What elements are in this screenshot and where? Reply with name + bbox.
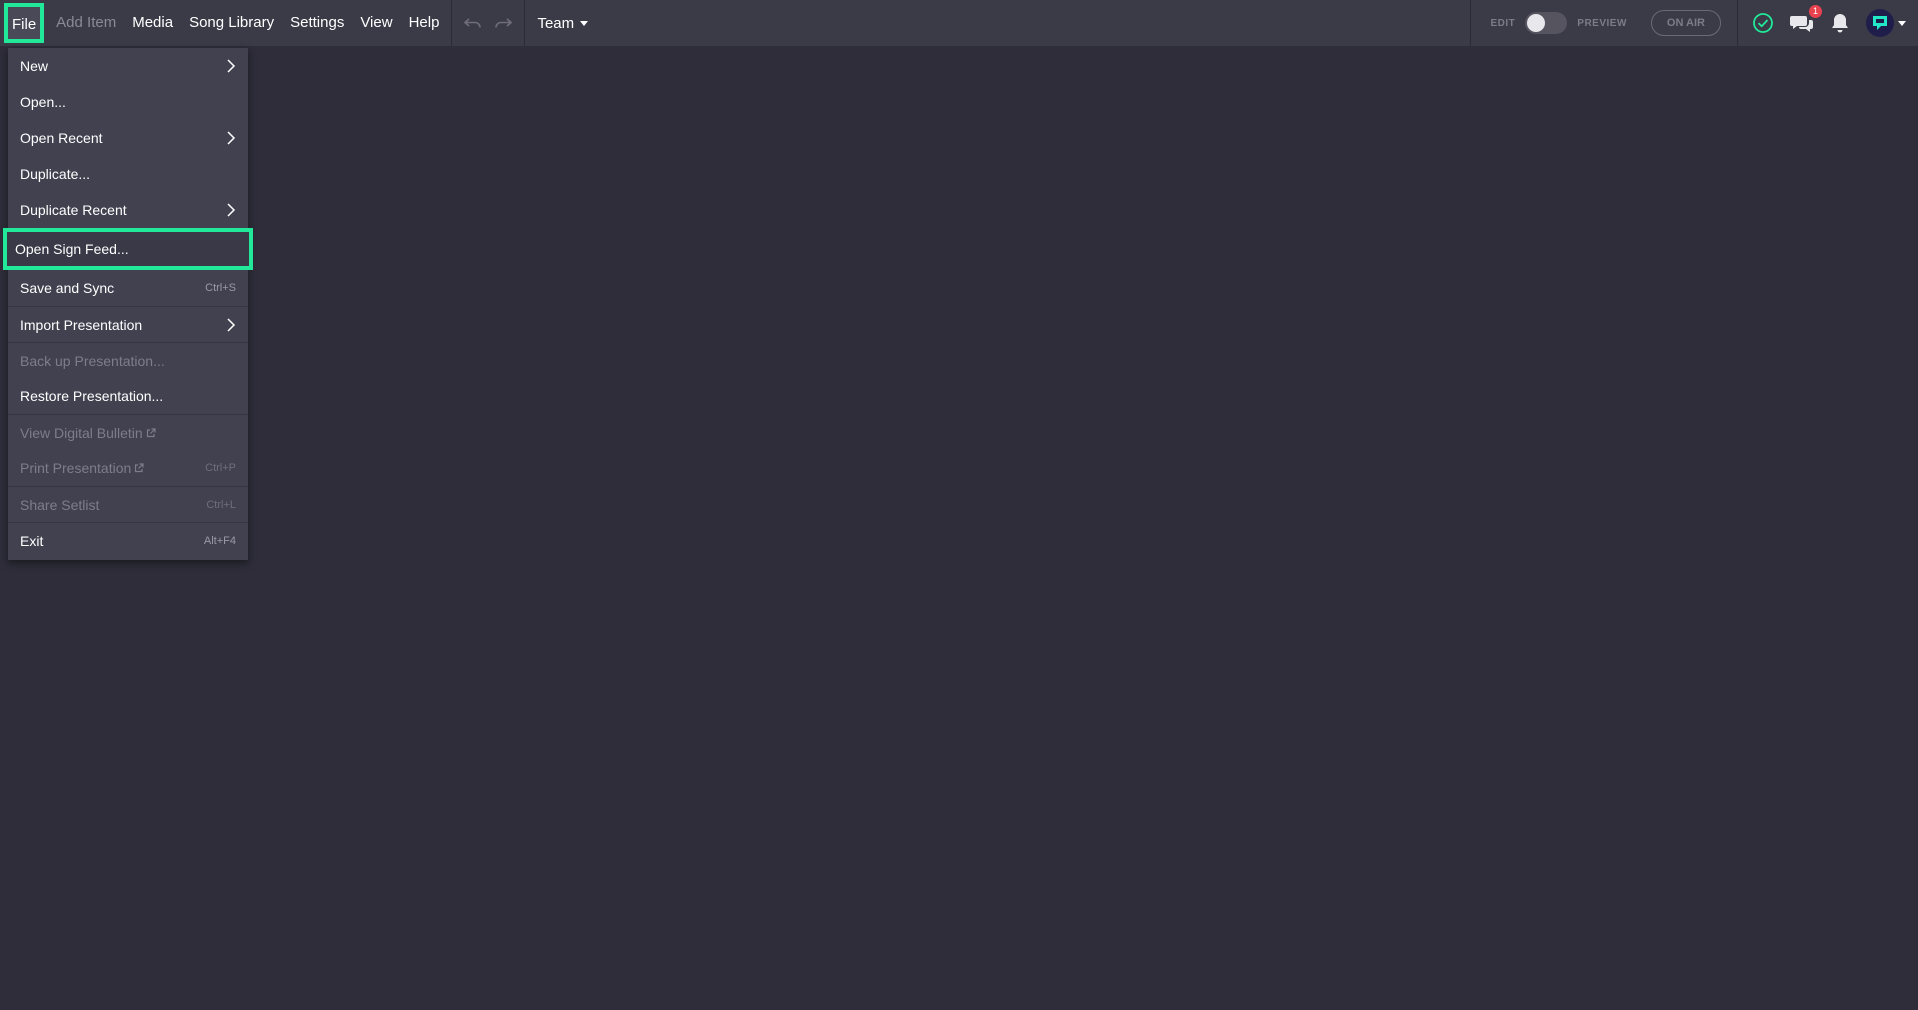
- divider: [451, 0, 453, 46]
- file-dropdown-menu: New Open... Open Recent Duplicate... Dup…: [3, 48, 253, 560]
- chevron-right-icon: [226, 58, 236, 74]
- menu-item-label: Back up Presentation...: [20, 352, 165, 369]
- song-library-menu[interactable]: Song Library: [181, 0, 282, 46]
- external-link-icon: [134, 460, 144, 476]
- avatar: [1866, 9, 1894, 37]
- chevron-right-icon: [226, 130, 236, 146]
- shortcut-label: Ctrl+L: [206, 498, 236, 511]
- undo-redo-group: [456, 16, 520, 30]
- add-item-menu[interactable]: Add Item: [48, 0, 124, 46]
- status-icons: 1: [1738, 5, 1918, 37]
- chevron-right-icon: [226, 317, 236, 333]
- menu-item-label: Open...: [20, 94, 66, 110]
- media-menu[interactable]: Media: [124, 0, 181, 46]
- menu-item-label: View Digital Bulletin: [20, 424, 143, 441]
- menu-item-label: Exit: [20, 532, 44, 549]
- menu-item-save-sync[interactable]: Save and Sync Ctrl+S: [8, 270, 248, 306]
- menu-item-exit[interactable]: Exit Alt+F4: [8, 522, 248, 558]
- edit-preview-toggle[interactable]: [1525, 12, 1568, 34]
- chat-badge: 1: [1809, 5, 1822, 18]
- shortcut-label: Ctrl+P: [205, 462, 236, 474]
- chat-icon[interactable]: 1: [1790, 5, 1822, 33]
- shortcut-label: Ctrl+S: [205, 282, 236, 294]
- menu-item-label: Open Recent: [20, 130, 103, 146]
- file-menu[interactable]: File: [4, 3, 45, 43]
- menu-item-label: Open Sign Feed...: [15, 241, 129, 257]
- menu-item-label: Print Presentation: [20, 460, 132, 476]
- menu-item-open-recent[interactable]: Open Recent: [8, 120, 248, 156]
- check-circle-icon[interactable]: [1752, 12, 1774, 34]
- user-menu[interactable]: [1866, 9, 1906, 37]
- shortcut-label: Alt+F4: [203, 534, 236, 547]
- menu-item-label: Import Presentation: [20, 316, 143, 333]
- menu-item-label: Save and Sync: [20, 280, 115, 296]
- menu-item-share-setlist: Share Setlist Ctrl+L: [8, 486, 248, 522]
- undo-icon[interactable]: [464, 16, 482, 30]
- divider: [524, 0, 526, 46]
- on-air-button[interactable]: ON AIR: [1650, 10, 1721, 36]
- top-menubar: File Add Item Media Song Library Setting…: [0, 0, 1918, 46]
- menu-item-label: Duplicate Recent: [20, 202, 127, 218]
- menu-item-duplicate[interactable]: Duplicate...: [8, 156, 248, 192]
- menu-item-label: Duplicate...: [20, 166, 91, 182]
- view-menu[interactable]: View: [352, 0, 400, 46]
- toggle-knob: [1527, 14, 1546, 32]
- menu-item-open-sign-feed[interactable]: Open Sign Feed...: [3, 228, 253, 270]
- menu-item-print-presentation: Print Presentation Ctrl+P: [8, 450, 248, 486]
- menu-item-import-presentation[interactable]: Import Presentation: [8, 306, 248, 342]
- team-label: Team: [537, 14, 575, 32]
- caret-down-icon: [1898, 20, 1906, 26]
- redo-icon[interactable]: [494, 16, 513, 30]
- help-menu[interactable]: Help: [401, 0, 448, 46]
- menu-item-view-digital-bulletin: View Digital Bulletin: [8, 414, 248, 450]
- menu-item-label: Restore Presentation...: [20, 388, 164, 404]
- mode-switch-group: EDIT PREVIEW ON AIR: [1469, 0, 1738, 46]
- caret-down-icon: [580, 20, 589, 26]
- preview-label: PREVIEW: [1577, 17, 1627, 29]
- menu-item-restore[interactable]: Restore Presentation...: [8, 378, 248, 414]
- external-link-icon: [146, 425, 156, 441]
- menu-item-label: New: [20, 58, 49, 74]
- chevron-right-icon: [226, 202, 236, 218]
- topbar-right: EDIT PREVIEW ON AIR 1: [1469, 0, 1918, 46]
- settings-menu[interactable]: Settings: [282, 0, 352, 46]
- menu-item-back-up: Back up Presentation...: [8, 342, 248, 378]
- edit-label: EDIT: [1490, 17, 1516, 29]
- team-dropdown[interactable]: Team: [529, 15, 596, 32]
- menu-item-duplicate-recent[interactable]: Duplicate Recent: [8, 192, 248, 228]
- menu-item-open[interactable]: Open...: [8, 84, 248, 120]
- bell-icon[interactable]: [1830, 12, 1850, 34]
- menu-item-new[interactable]: New: [8, 48, 248, 84]
- menu-item-label: Share Setlist: [20, 496, 100, 513]
